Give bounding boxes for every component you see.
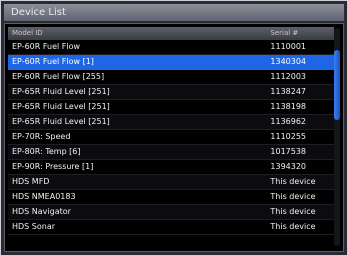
- cell-model-id: EP-65R Fluid Level [251]: [12, 87, 110, 96]
- cell-serial: 1110001: [270, 42, 307, 51]
- cell-model-id: EP-60R Fuel Flow [1]: [12, 57, 94, 66]
- table-body: EP-60R Fuel Flow 1110001 EP-60R Fuel Flow …: [8, 40, 334, 235]
- cell-model-id: EP-70R: Speed: [12, 132, 71, 141]
- column-header-serial[interactable]: Serial #: [268, 27, 334, 40]
- cell-serial: This device: [270, 192, 316, 201]
- cell-serial: 1138247: [270, 87, 307, 96]
- cell-model-id: EP-65R Fluid Level [251]: [12, 102, 110, 111]
- table-row[interactable]: EP-60R Fuel Flow [1] 1340304: [8, 55, 334, 70]
- table-row[interactable]: EP-70R: Speed 1110255: [8, 130, 334, 145]
- column-header-model-id[interactable]: Model ID: [8, 27, 268, 40]
- cell-serial: This device: [270, 207, 316, 216]
- cell-model-id: HDS Navigator: [12, 207, 71, 216]
- window-title: Device List: [4, 4, 344, 21]
- cell-model-id: HDS Sonar: [12, 222, 56, 231]
- cell-serial: 1136962: [270, 117, 307, 126]
- device-table: Model ID Serial # EP-60R Fuel Flow 111000…: [8, 27, 334, 235]
- table-row[interactable]: HDS NMEA0183 This device: [8, 190, 334, 205]
- cell-serial: 1017538: [270, 147, 307, 156]
- device-list-panel: Model ID Serial # EP-60R Fuel Flow 111000…: [4, 23, 344, 252]
- cell-model-id: EP-65R Fluid Level [251]: [12, 117, 110, 126]
- device-list-window: Device List Model ID Serial # EP-60R Fue…: [0, 0, 348, 256]
- cell-serial: 1138198: [270, 102, 307, 111]
- cell-model-id: EP-60R Fuel Flow [255]: [12, 72, 105, 81]
- cell-model-id: EP-60R Fuel Flow: [12, 42, 81, 51]
- cell-model-id: EP-90R: Pressure [1]: [12, 162, 94, 171]
- table-row[interactable]: EP-60R Fuel Flow [255] 1112003: [8, 70, 334, 85]
- table-row[interactable]: EP-60R Fuel Flow 1110001: [8, 40, 334, 55]
- table-row[interactable]: EP-65R Fluid Level [251] 1136962: [8, 115, 334, 130]
- table-row[interactable]: HDS Sonar This device: [8, 220, 334, 235]
- table-row[interactable]: HDS Navigator This device: [8, 205, 334, 220]
- table-row[interactable]: EP-80R: Temp [6] 1017538: [8, 145, 334, 160]
- table-row[interactable]: HDS MFD This device: [8, 175, 334, 190]
- table-header: Model ID Serial #: [8, 27, 334, 40]
- cell-model-id: EP-80R: Temp [6]: [12, 147, 81, 156]
- cell-serial: 1110255: [270, 132, 307, 141]
- cell-serial: This device: [270, 222, 316, 231]
- cell-model-id: HDS NMEA0183: [12, 192, 76, 201]
- cell-serial: 1340304: [270, 57, 307, 66]
- table-row[interactable]: EP-65R Fluid Level [251] 1138247: [8, 85, 334, 100]
- vertical-scrollbar[interactable]: [334, 28, 340, 246]
- cell-model-id: HDS MFD: [12, 177, 50, 186]
- table-row[interactable]: EP-65R Fluid Level [251] 1138198: [8, 100, 334, 115]
- table-row[interactable]: EP-90R: Pressure [1] 1394320: [8, 160, 334, 175]
- scrollbar-thumb[interactable]: [334, 50, 340, 120]
- cell-serial: 1112003: [270, 72, 307, 81]
- cell-serial: This device: [270, 177, 316, 186]
- cell-serial: 1394320: [270, 162, 307, 171]
